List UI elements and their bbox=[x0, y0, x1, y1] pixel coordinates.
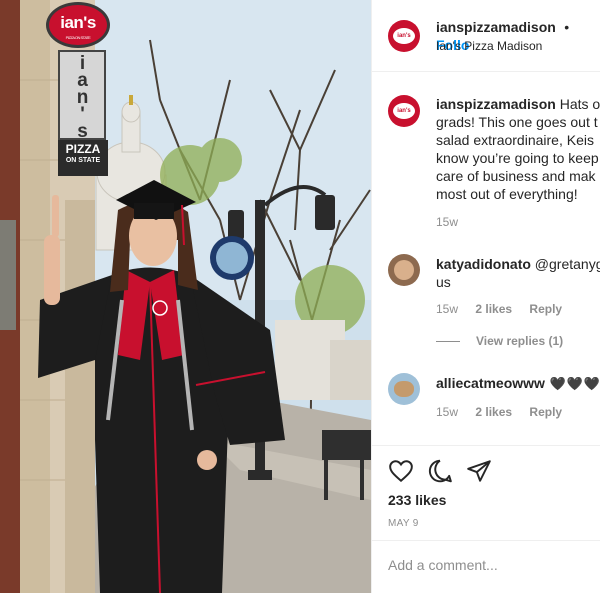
sign-top-small-text: PIZZA ON STATE bbox=[65, 35, 91, 40]
comment-age: 15w bbox=[436, 302, 459, 316]
dog-photo-icon bbox=[394, 381, 414, 397]
post-side-panel: ian's ianspizzamadison • Follo Ian's Piz… bbox=[371, 0, 600, 593]
ians-logo-icon: ian's bbox=[393, 28, 415, 44]
header-subtitle[interactable]: Ian's Pizza Madison bbox=[436, 39, 542, 53]
commenter-avatar[interactable] bbox=[388, 254, 420, 286]
view-replies-label: View replies (1) bbox=[476, 334, 564, 348]
comment-age: 15w bbox=[436, 405, 459, 419]
likes-count[interactable]: 233 likes bbox=[388, 492, 446, 508]
separator-dot: • bbox=[564, 19, 570, 35]
ians-vertical-sign: ian's bbox=[58, 50, 106, 140]
person-photo-icon bbox=[394, 260, 414, 280]
comment-bubble-icon[interactable] bbox=[427, 458, 453, 484]
comment-likes[interactable]: 2 likes bbox=[475, 302, 512, 316]
commenter-avatar[interactable] bbox=[388, 373, 420, 405]
caption-username[interactable]: ianspizzamadison bbox=[436, 96, 556, 112]
view-replies-line bbox=[436, 341, 460, 343]
add-comment-bar bbox=[372, 540, 600, 593]
sign-top-text: ian's bbox=[60, 13, 96, 32]
reply-button[interactable]: Reply bbox=[529, 405, 562, 419]
comment-meta: 15w 2 likes Reply bbox=[436, 302, 562, 316]
pizza-on-state-sign: PIZZA ON STATE bbox=[58, 140, 108, 176]
comment-body: alliecatmeowww 🖤🖤🖤 bbox=[436, 374, 600, 393]
post-photo[interactable]: ian's PIZZA ON STATE ian's PIZZA ON STAT… bbox=[0, 0, 371, 593]
ians-logo-icon: ian's bbox=[393, 103, 415, 119]
comment-likes[interactable]: 2 likes bbox=[475, 405, 512, 419]
comment-username[interactable]: katyadidonato bbox=[436, 256, 531, 272]
post-actions: 233 likes MAY 9 bbox=[372, 445, 600, 540]
view-replies-button[interactable]: View replies (1) bbox=[436, 334, 563, 348]
reply-button[interactable]: Reply bbox=[529, 302, 562, 316]
comment-username[interactable]: alliecatmeowww bbox=[436, 375, 545, 391]
like-heart-icon[interactable] bbox=[388, 458, 414, 484]
header-username[interactable]: ianspizzamadison bbox=[436, 19, 556, 35]
comment-text: 🖤🖤🖤 bbox=[544, 376, 600, 391]
post-header: ian's ianspizzamadison • Follo Ian's Piz… bbox=[372, 0, 600, 72]
post-date[interactable]: MAY 9 bbox=[388, 518, 419, 529]
sign-pizza-line2: ON STATE bbox=[65, 157, 101, 164]
sign-pizza-line1: PIZZA bbox=[65, 142, 101, 156]
caption: ianspizzamadison Hats o grads! This one … bbox=[436, 95, 600, 203]
ians-round-sign: ian's PIZZA ON STATE bbox=[46, 2, 110, 48]
add-comment-input[interactable] bbox=[388, 557, 588, 573]
caption-age: 15w bbox=[436, 215, 459, 229]
caption-avatar[interactable]: ian's bbox=[388, 95, 420, 127]
comment-meta: 15w 2 likes Reply bbox=[436, 405, 562, 419]
graduation-photo-illustration bbox=[0, 0, 371, 593]
share-paper-plane-icon[interactable] bbox=[466, 458, 492, 484]
comment-body: katyadidonato @gretanyg us bbox=[436, 255, 600, 291]
account-avatar[interactable]: ian's bbox=[388, 20, 420, 52]
